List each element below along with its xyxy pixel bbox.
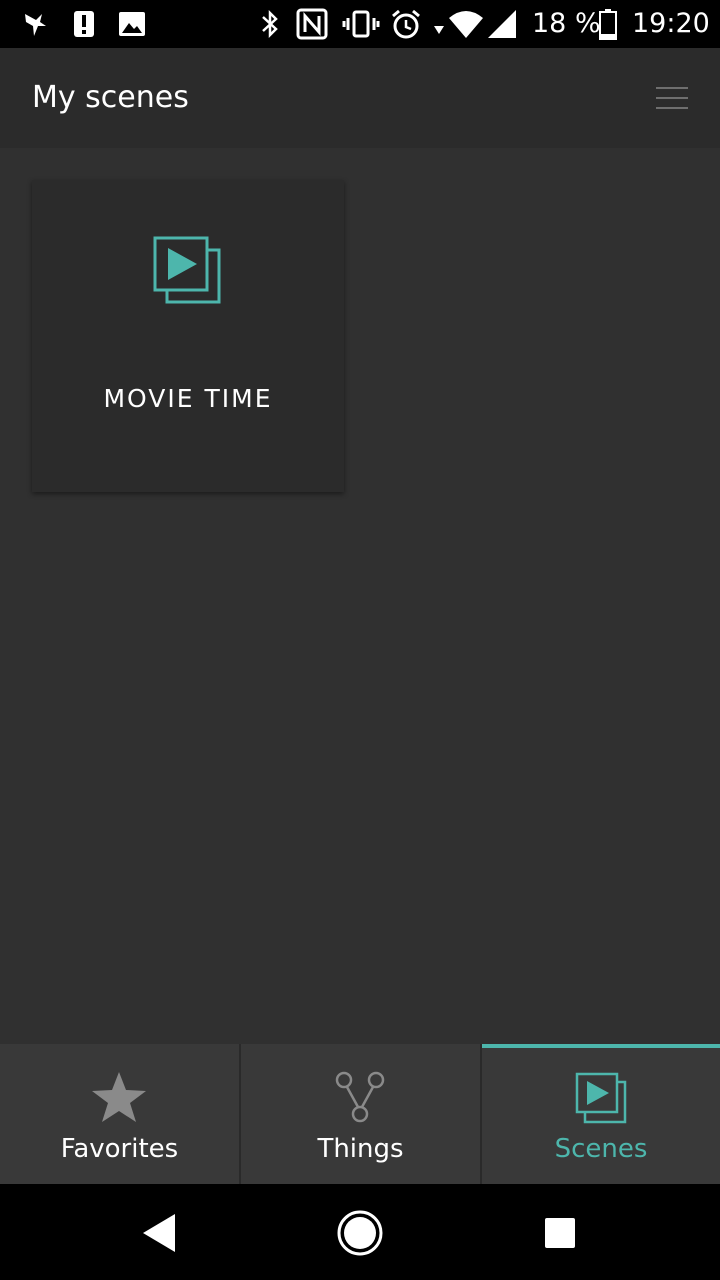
tab-scenes-label: Scenes bbox=[554, 1134, 648, 1164]
battery-percent: 18 % bbox=[532, 8, 601, 39]
scene-card-label: MOVIE TIME bbox=[103, 384, 273, 413]
home-icon[interactable] bbox=[335, 1208, 385, 1258]
tab-things[interactable]: Things bbox=[241, 1044, 482, 1184]
nodes-icon bbox=[335, 1071, 385, 1123]
scene-play-icon bbox=[575, 1072, 627, 1124]
tab-favorites[interactable]: Favorites bbox=[0, 1044, 241, 1184]
recents-icon[interactable] bbox=[535, 1208, 585, 1258]
vibrate-icon bbox=[342, 10, 380, 38]
nfc-icon bbox=[296, 8, 328, 40]
screen: 18 % 19:20 My scenes MOVIE TIME Favorite… bbox=[0, 0, 720, 1280]
star-icon bbox=[92, 1072, 146, 1122]
scene-card[interactable]: MOVIE TIME bbox=[32, 180, 344, 492]
dropdown-indicator-icon bbox=[434, 26, 444, 34]
tab-things-label: Things bbox=[317, 1134, 404, 1164]
app-bar: My scenes bbox=[0, 48, 720, 148]
page-title: My scenes bbox=[32, 80, 189, 115]
status-bar: 18 % 19:20 bbox=[0, 0, 720, 48]
hummingbird-icon bbox=[25, 14, 46, 36]
wifi-icon bbox=[449, 11, 483, 38]
scene-play-icon bbox=[153, 236, 221, 304]
active-tab-indicator bbox=[482, 1044, 720, 1048]
tab-scenes[interactable]: Scenes bbox=[482, 1044, 720, 1184]
bottom-tab-bar: Favorites Things Scenes bbox=[0, 1044, 720, 1184]
alert-icon bbox=[74, 11, 94, 37]
clock: 19:20 bbox=[632, 8, 710, 39]
scenes-list: MOVIE TIME bbox=[0, 148, 720, 1044]
bluetooth-icon bbox=[262, 9, 278, 39]
tab-favorites-label: Favorites bbox=[60, 1134, 179, 1164]
back-icon[interactable] bbox=[135, 1208, 185, 1258]
battery-icon bbox=[599, 9, 617, 40]
alarm-icon bbox=[392, 9, 420, 39]
signal-icon bbox=[488, 10, 516, 38]
system-nav-bar bbox=[0, 1184, 720, 1280]
hamburger-menu-icon[interactable] bbox=[650, 78, 694, 118]
image-icon bbox=[119, 12, 145, 36]
